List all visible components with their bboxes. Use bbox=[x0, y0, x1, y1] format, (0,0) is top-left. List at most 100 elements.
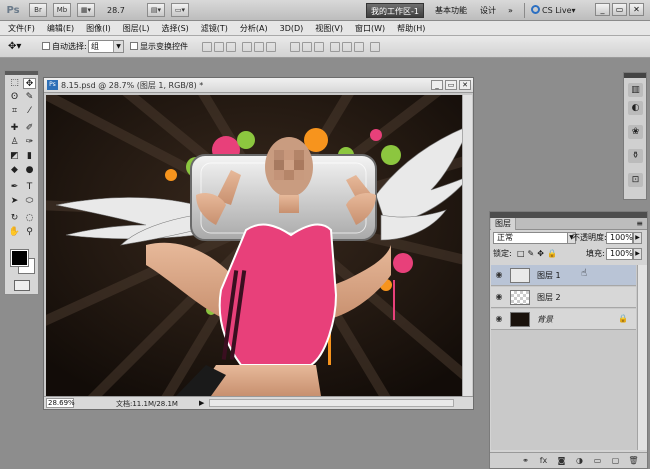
adjustment-layer-icon[interactable]: ◑ bbox=[574, 456, 585, 466]
minimize-icon[interactable]: _ bbox=[595, 3, 610, 16]
align-hcenter-icon[interactable] bbox=[254, 42, 264, 52]
crop-tool-icon[interactable]: ⌗ bbox=[8, 106, 21, 117]
shape-tool-icon[interactable]: ⬭ bbox=[23, 196, 36, 207]
menu-view[interactable]: 视图(V) bbox=[315, 23, 343, 34]
visibility-eye-icon[interactable]: ◉ bbox=[494, 270, 504, 280]
show-transform-checkbox[interactable]: 显示变换控件 bbox=[130, 40, 188, 54]
close-icon[interactable]: ✕ bbox=[629, 3, 644, 16]
restore-icon[interactable]: ▭ bbox=[612, 3, 627, 16]
fill-slider-arrow-icon[interactable]: ▶ bbox=[633, 248, 642, 260]
new-group-icon[interactable]: ▭ bbox=[592, 456, 603, 466]
gradient-tool-icon[interactable]: ▮ bbox=[23, 151, 36, 162]
auto-select-checkbox[interactable]: 自动选择: bbox=[42, 40, 87, 54]
move-tool-icon[interactable]: ✥ bbox=[23, 78, 36, 89]
type-tool-icon[interactable]: T bbox=[23, 182, 36, 193]
dock-grip[interactable] bbox=[624, 73, 646, 78]
layer-row-2[interactable]: ◉ 图层 2 bbox=[491, 287, 636, 308]
align-vcenter-icon[interactable] bbox=[214, 42, 224, 52]
distribute-top-icon[interactable] bbox=[290, 42, 300, 52]
healing-brush-tool-icon[interactable]: ✚ bbox=[8, 123, 21, 134]
menu-file[interactable]: 文件(F) bbox=[8, 23, 35, 34]
channels-panel-icon[interactable]: ❀ bbox=[628, 125, 643, 139]
delete-layer-icon[interactable]: 🗑 bbox=[628, 456, 639, 466]
brush-tool-icon[interactable]: ✐ bbox=[23, 123, 36, 134]
status-menu-arrow-icon[interactable]: ▶ bbox=[199, 399, 204, 407]
layers-scrollbar[interactable] bbox=[637, 265, 647, 450]
panel-grip[interactable] bbox=[5, 71, 38, 75]
doc-minimize-icon[interactable]: _ bbox=[431, 80, 443, 90]
align-left-icon[interactable] bbox=[242, 42, 252, 52]
opacity-input[interactable]: 100% bbox=[606, 232, 633, 244]
screen-mode-button[interactable]: ▭▾ bbox=[171, 3, 189, 17]
auto-select-dropdown[interactable]: 组 ▼ bbox=[88, 40, 124, 53]
document-canvas[interactable] bbox=[46, 95, 469, 396]
add-mask-icon[interactable]: ◙ bbox=[556, 456, 567, 466]
menu-image[interactable]: 图像(I) bbox=[86, 23, 111, 34]
arrange-documents-button[interactable]: ▤▾ bbox=[147, 3, 165, 17]
layer-row-background[interactable]: ◉ 背景 🔒 bbox=[491, 309, 636, 330]
link-layers-icon[interactable]: ⚭ bbox=[520, 456, 531, 466]
distribute-left-icon[interactable] bbox=[330, 42, 340, 52]
align-top-icon[interactable] bbox=[202, 42, 212, 52]
blend-mode-dropdown[interactable]: 正常 bbox=[493, 232, 568, 244]
new-layer-icon[interactable]: ▢ bbox=[610, 456, 621, 466]
cs-live-button[interactable]: CS Live▾ bbox=[531, 3, 576, 18]
vertical-scrollbar[interactable] bbox=[462, 95, 472, 396]
fill-input[interactable]: 100% bbox=[606, 248, 633, 260]
masks-panel-icon[interactable]: ◐ bbox=[628, 101, 643, 115]
workspace-basic-link[interactable]: 基本功能 bbox=[435, 3, 467, 18]
3d-panel-icon[interactable]: ⊡ bbox=[628, 173, 643, 187]
mini-bridge-button[interactable]: Mb bbox=[53, 3, 71, 17]
view-extras-button[interactable]: ▦▾ bbox=[77, 3, 95, 17]
zoom-tool-icon[interactable]: ⚲ bbox=[23, 227, 36, 238]
distribute-right-icon[interactable] bbox=[354, 42, 364, 52]
menu-layer[interactable]: 图层(L) bbox=[123, 23, 150, 34]
zoom-level[interactable]: 28.7 bbox=[107, 6, 141, 15]
pen-tool-icon[interactable]: ✒ bbox=[8, 182, 21, 193]
dodge-tool-icon[interactable]: ● bbox=[23, 165, 36, 176]
distribute-vcenter-icon[interactable] bbox=[302, 42, 312, 52]
menu-edit[interactable]: 编辑(E) bbox=[47, 23, 74, 34]
layer-style-icon[interactable]: fx bbox=[538, 456, 549, 466]
menu-select[interactable]: 选择(S) bbox=[161, 23, 188, 34]
distribute-bottom-icon[interactable] bbox=[314, 42, 324, 52]
menu-analysis[interactable]: 分析(A) bbox=[240, 23, 268, 34]
hand-tool-icon[interactable]: ✋ bbox=[8, 227, 21, 238]
workspace-more-link[interactable]: » bbox=[508, 3, 513, 18]
align-right-icon[interactable] bbox=[266, 42, 276, 52]
menu-3d[interactable]: 3D(D) bbox=[280, 24, 304, 33]
clone-stamp-tool-icon[interactable]: ♙ bbox=[8, 137, 21, 148]
layer-row-1[interactable]: ◉ 图层 1 ☝ bbox=[491, 265, 636, 286]
adjustments-panel-icon[interactable]: ▥ bbox=[628, 83, 643, 97]
lasso-tool-icon[interactable]: ʘ bbox=[8, 92, 21, 103]
doc-close-icon[interactable]: ✕ bbox=[459, 80, 471, 90]
eraser-tool-icon[interactable]: ◩ bbox=[8, 151, 21, 162]
workspace-active-button[interactable]: 我的工作区-1 bbox=[366, 3, 424, 18]
panel-menu-icon[interactable]: ≡ bbox=[636, 219, 643, 228]
opacity-slider-arrow-icon[interactable]: ▶ bbox=[633, 232, 642, 244]
menu-help[interactable]: 帮助(H) bbox=[397, 23, 425, 34]
foreground-color-swatch-top[interactable] bbox=[10, 249, 29, 267]
menu-window[interactable]: 窗口(W) bbox=[355, 23, 385, 34]
path-select-tool-icon[interactable]: ➤ bbox=[8, 196, 21, 207]
document-title-bar[interactable]: Ps 8.15.psd @ 28.7% (图层 1, RGB/8) * _ ▭ … bbox=[44, 78, 473, 93]
menu-filter[interactable]: 滤镜(T) bbox=[201, 23, 228, 34]
paths-panel-icon[interactable]: ⚱ bbox=[628, 149, 643, 163]
doc-maximize-icon[interactable]: ▭ bbox=[445, 80, 457, 90]
rect-marquee-tool-icon[interactable]: ⬚ bbox=[8, 78, 21, 89]
quick-select-tool-icon[interactable]: ✎ bbox=[23, 92, 36, 103]
horizontal-scrollbar[interactable] bbox=[209, 399, 454, 407]
tab-layers[interactable]: 图层 bbox=[491, 218, 516, 230]
workspace-design-link[interactable]: 设计 bbox=[480, 3, 496, 18]
3d-rotate-tool-icon[interactable]: ↻ bbox=[8, 213, 21, 224]
visibility-eye-icon[interactable]: ◉ bbox=[494, 292, 504, 302]
visibility-eye-icon[interactable]: ◉ bbox=[494, 314, 504, 324]
status-zoom-field[interactable]: 28.69% bbox=[46, 398, 75, 408]
blur-tool-icon[interactable]: ◆ bbox=[8, 165, 21, 176]
lock-options-icons[interactable]: □✎✥🔒 bbox=[517, 248, 560, 260]
eyedropper-tool-icon[interactable]: ⁄ bbox=[23, 106, 36, 117]
3d-orbit-tool-icon[interactable]: ◌ bbox=[23, 213, 36, 224]
history-brush-tool-icon[interactable]: ✑ bbox=[23, 137, 36, 148]
bridge-button[interactable]: Br bbox=[29, 3, 47, 17]
quick-mask-icon[interactable] bbox=[14, 280, 30, 291]
